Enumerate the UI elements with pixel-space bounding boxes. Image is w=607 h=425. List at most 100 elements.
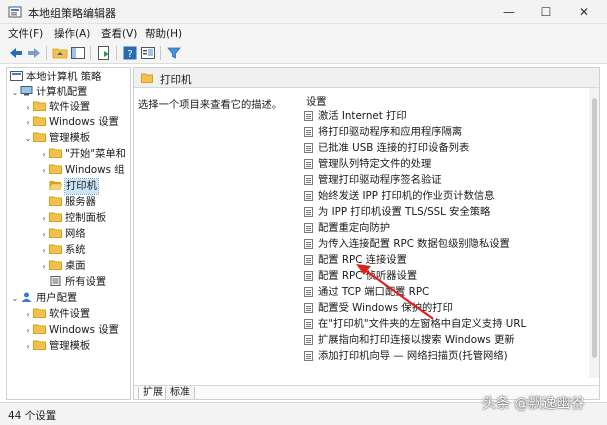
chevron-down-icon[interactable]: ⌄ [10, 85, 20, 100]
close-button[interactable]: ✕ [564, 0, 604, 24]
vertical-scrollbar[interactable] [589, 88, 599, 378]
setting-label: 管理队列特定文件的处理 [318, 158, 432, 170]
tree-item-desktop[interactable]: › 桌面 [39, 259, 86, 274]
folder-open-icon [49, 181, 62, 190]
chevron-right-icon[interactable]: › [39, 259, 49, 274]
tree-item-label: 系统 [65, 244, 86, 256]
scrollbar-thumb[interactable] [592, 98, 597, 358]
minimize-button[interactable]: — [489, 0, 529, 24]
group-policy-app-icon [8, 6, 22, 18]
chevron-right-icon[interactable]: › [23, 339, 33, 354]
tree-item-admin-templates[interactable]: ⌄ 管理模板 [23, 131, 91, 146]
tree-item-label: 服务器 [65, 196, 96, 208]
policy-setting-icon [304, 239, 313, 249]
policy-setting-icon [304, 143, 313, 153]
svg-text:?: ? [127, 49, 132, 60]
tree-item-label: Windows 组 [65, 164, 125, 176]
forward-icon[interactable] [26, 45, 42, 61]
tree-item-label: 软件设置 [49, 101, 91, 113]
tree-item-label: 桌面 [65, 260, 86, 272]
menu-view[interactable]: 查看(V) [101, 26, 137, 41]
policy-setting-icon [304, 351, 313, 361]
folder-icon [49, 164, 62, 174]
tree-item-label: 打印机 [64, 178, 99, 195]
tree-item-start-menu[interactable]: › "开始"菜单和 [39, 147, 126, 162]
tree-item-software-settings[interactable]: › 软件设置 [23, 100, 90, 115]
tab-extended[interactable]: 扩展 [138, 387, 168, 399]
chevron-right-icon[interactable]: › [39, 227, 49, 242]
chevron-down-icon[interactable]: ⌄ [10, 291, 20, 306]
tree-item-label: 所有设置 [65, 276, 107, 288]
up-folder-icon[interactable] [52, 45, 68, 61]
setting-label: 扩展指向和打印连接以搜索 Windows 更新 [318, 334, 515, 346]
toolbar: ? [0, 42, 607, 64]
chevron-right-icon[interactable]: › [39, 211, 49, 226]
chevron-right-icon[interactable]: › [23, 323, 33, 338]
title-bar: 本地组策略编辑器 — ☐ ✕ [0, 0, 607, 24]
policy-setting-icon [304, 223, 313, 233]
setting-label: 将打印驱动程序和应用程序隔离 [318, 126, 463, 138]
tree-item-computer-config[interactable]: ⌄ 计算机配置 [10, 85, 87, 100]
tree-item-all-settings[interactable]: 所有设置 [39, 275, 106, 290]
tree-item-printers[interactable]: 打印机 [39, 178, 99, 195]
folder-icon [33, 308, 46, 318]
setting-label: 配置重定向防护 [318, 222, 391, 234]
back-icon[interactable] [8, 45, 24, 61]
chevron-down-icon[interactable]: ⌄ [23, 131, 33, 146]
tree-item-label: 管理模板 [49, 340, 91, 352]
export-list-icon[interactable] [96, 45, 112, 61]
settings-column-header[interactable]: 设置 [306, 93, 327, 108]
show-hide-tree-icon[interactable] [70, 45, 86, 61]
menu-help[interactable]: 帮助(H) [145, 26, 182, 41]
policy-setting-icon [304, 191, 313, 201]
properties-icon[interactable] [140, 45, 156, 61]
chevron-right-icon[interactable]: › [39, 163, 49, 178]
toolbar-separator [160, 46, 161, 60]
policy-setting-icon [304, 159, 313, 169]
folder-icon [33, 116, 46, 126]
tree-item-user-software-settings[interactable]: › 软件设置 [23, 307, 90, 322]
menu-action[interactable]: 操作(A) [54, 26, 90, 41]
chevron-right-icon[interactable]: › [39, 243, 49, 258]
policy-setting-icon [304, 207, 313, 217]
details-title: 打印机 [160, 74, 192, 86]
policy-setting-icon [304, 111, 313, 121]
tab-standard[interactable]: 标准 [165, 387, 195, 399]
menu-bar: 文件(F) 操作(A) 查看(V) 帮助(H) [0, 24, 607, 42]
folder-icon [49, 260, 62, 270]
tree-item-server[interactable]: 服务器 [39, 195, 96, 210]
chevron-right-icon[interactable]: › [23, 307, 33, 322]
tree-item-windows-components[interactable]: › Windows 组 [39, 163, 125, 178]
window-title: 本地组策略编辑器 [28, 7, 116, 20]
tree-item-network[interactable]: › 网络 [39, 227, 85, 242]
maximize-button[interactable]: ☐ [526, 0, 566, 24]
chevron-right-icon[interactable]: › [39, 147, 49, 162]
policy-setting-icon [304, 287, 313, 297]
tree-item-label: 管理模板 [49, 132, 91, 144]
tree-item-user-windows-settings[interactable]: › Windows 设置 [23, 323, 118, 338]
help-icon[interactable]: ? [122, 45, 138, 61]
tree-item-user-config[interactable]: ⌄ 用户配置 [10, 291, 78, 306]
status-text: 44 个设置 [8, 410, 57, 422]
folder-icon [49, 196, 62, 206]
setting-label: 配置 RPC 连接设置 [318, 254, 407, 266]
tree-item-windows-settings[interactable]: › Windows 设置 [23, 115, 118, 130]
menu-file[interactable]: 文件(F) [8, 26, 43, 41]
filter-icon[interactable] [166, 45, 182, 61]
folder-icon [49, 228, 62, 238]
policy-setting-icon [304, 335, 313, 345]
tree-item-local-policy[interactable]: 本地计算机 策略 [10, 70, 101, 85]
tree-item-system[interactable]: › 系统 [39, 243, 86, 258]
chevron-right-icon[interactable]: › [23, 115, 33, 130]
folder-icon [33, 340, 46, 350]
watermark-text: 头条 @飘逸幽谷 [482, 396, 585, 412]
policy-setting-icon [304, 303, 313, 313]
tree-item-user-admin-templates[interactable]: › 管理模板 [23, 339, 90, 354]
setting-label: 通过 TCP 端口配置 RPC [318, 286, 430, 298]
toolbar-separator [90, 46, 91, 60]
setting-label: 激活 Internet 打印 [318, 110, 407, 122]
user-icon [21, 292, 32, 302]
tree-item-control-panel[interactable]: › 控制面板 [39, 211, 106, 226]
setting-label: 配置受 Windows 保护的打印 [318, 302, 453, 314]
chevron-right-icon[interactable]: › [23, 100, 33, 115]
